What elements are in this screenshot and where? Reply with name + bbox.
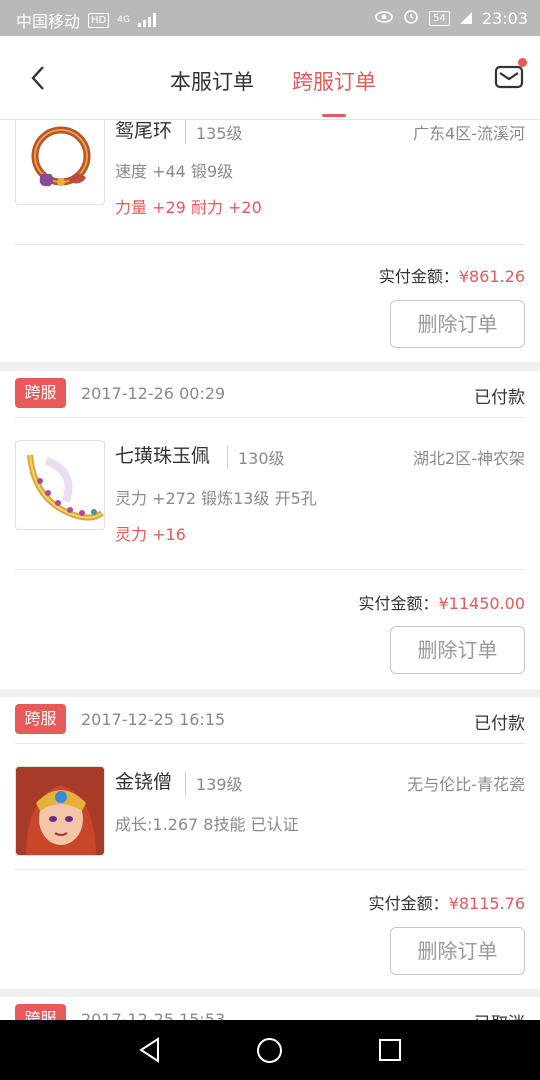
nav-home-button[interactable] bbox=[257, 1038, 282, 1063]
nav-recent-apps-button[interactable] bbox=[379, 1039, 401, 1061]
item-thumbnail[interactable] bbox=[15, 766, 105, 856]
delete-order-button[interactable]: 删除订单 bbox=[390, 300, 525, 348]
pendant-item-icon bbox=[27, 454, 104, 521]
divider bbox=[15, 244, 525, 245]
app-header: 本服订单 跨服订单 bbox=[0, 36, 540, 120]
divider bbox=[15, 743, 525, 744]
payment-amount: ¥861.26 bbox=[458, 267, 525, 286]
character-avatar-icon bbox=[16, 767, 104, 855]
item-attributes: 速度 +44 锻9级 bbox=[115, 162, 234, 181]
alarm-icon bbox=[403, 8, 419, 28]
divider bbox=[15, 417, 525, 418]
item-bonus-attributes: 灵力 +16 bbox=[115, 525, 186, 544]
order-card-header: 跨服 2017-12-25 16:15 已付款 bbox=[0, 697, 540, 743]
carrier-label: 中国移动 bbox=[16, 12, 81, 31]
payment-amount: ¥11450.00 bbox=[438, 594, 525, 613]
item-thumbnail[interactable] bbox=[15, 120, 105, 205]
server-name: 广东4区-流溪河 bbox=[413, 124, 525, 143]
delete-order-button[interactable]: 删除订单 bbox=[390, 927, 525, 975]
order-date: 2017-12-25 15:53 bbox=[81, 1010, 226, 1020]
order-card: 跨服 2017-12-25 16:15 已付款 金铙僧 139级 无与伦比-青花… bbox=[0, 697, 540, 989]
unread-dot bbox=[518, 58, 527, 67]
order-card: 鸳尾环 135级 广东4区-流溪河 速度 +44 锻9级 力量 +29 耐力 +… bbox=[0, 120, 540, 362]
item-level: 130级 bbox=[227, 445, 285, 469]
system-nav-bar bbox=[0, 1020, 540, 1080]
divider bbox=[15, 869, 525, 870]
order-status: 已付款 bbox=[474, 388, 525, 408]
item-attributes: 灵力 +272 锻炼13级 开5孔 bbox=[115, 489, 317, 508]
order-card: 跨服 2017-12-25 15:53 已取消 bbox=[0, 997, 540, 1020]
item-bonus-attributes: 力量 +29 耐力 +20 bbox=[115, 198, 262, 217]
payment-amount: ¥8115.76 bbox=[448, 894, 525, 913]
order-date: 2017-12-25 16:15 bbox=[81, 710, 226, 729]
active-tab-indicator bbox=[322, 114, 346, 117]
delete-order-button[interactable]: 删除订单 bbox=[390, 626, 525, 674]
server-name: 湖北2区-神农架 bbox=[413, 449, 525, 468]
cross-server-badge: 跨服 bbox=[15, 704, 66, 734]
order-card-header: 跨服 2017-12-25 15:53 已取消 bbox=[0, 997, 540, 1020]
signal-wifi-icon bbox=[459, 9, 472, 28]
order-status: 已付款 bbox=[474, 714, 525, 734]
ring-item-icon bbox=[31, 126, 91, 187]
clock-time: 23:03 bbox=[481, 8, 528, 28]
nav-back-button[interactable] bbox=[138, 1037, 162, 1067]
item-thumbnail[interactable] bbox=[15, 440, 105, 530]
item-name: 金铙僧 bbox=[115, 771, 173, 793]
eye-icon bbox=[375, 9, 393, 28]
mail-icon bbox=[494, 65, 524, 89]
tab-cross-server-orders[interactable]: 跨服订单 bbox=[292, 66, 376, 96]
signal-icon bbox=[137, 13, 156, 27]
item-level: 139级 bbox=[185, 771, 243, 795]
server-name: 无与伦比-青花瓷 bbox=[407, 775, 525, 794]
tab-local-orders[interactable]: 本服订单 bbox=[170, 66, 254, 96]
item-level: 135级 bbox=[185, 120, 243, 144]
order-card-header: 跨服 2017-12-26 00:29 已付款 bbox=[0, 371, 540, 417]
divider bbox=[15, 569, 525, 570]
payment-total: 实付金额：¥8115.76 bbox=[369, 890, 525, 914]
cross-server-badge: 跨服 bbox=[15, 378, 66, 408]
hd-icon: HD bbox=[88, 12, 110, 28]
message-button[interactable] bbox=[494, 64, 524, 90]
item-attributes: 成长:1.267 8技能 已认证 bbox=[115, 815, 299, 834]
order-list[interactable]: 鸳尾环 135级 广东4区-流溪河 速度 +44 锻9级 力量 +29 耐力 +… bbox=[0, 120, 540, 1020]
order-status: 已取消 bbox=[474, 1009, 525, 1020]
network-type: 4G bbox=[117, 14, 130, 25]
cross-server-badge: 跨服 bbox=[15, 1004, 66, 1020]
payment-label: 实付金额： bbox=[368, 894, 449, 913]
status-bar: 中国移动 HD 4G 54 23:03 bbox=[0, 0, 540, 36]
item-name: 七璜珠玉佩 bbox=[115, 445, 211, 467]
order-date: 2017-12-26 00:29 bbox=[81, 384, 226, 403]
payment-total: 实付金额：¥861.26 bbox=[379, 263, 525, 287]
battery-icon: 54 bbox=[429, 10, 450, 26]
triangle-back-icon bbox=[139, 1037, 159, 1063]
order-card: 跨服 2017-12-26 00:29 已付款 七璜珠玉佩 130级 湖北2区-… bbox=[0, 371, 540, 689]
chevron-left-icon bbox=[31, 66, 44, 90]
back-button[interactable] bbox=[28, 64, 50, 92]
payment-total: 实付金额：¥11450.00 bbox=[358, 590, 525, 614]
payment-label: 实付金额： bbox=[378, 267, 459, 286]
item-name: 鸳尾环 bbox=[115, 120, 173, 142]
payment-label: 实付金额： bbox=[358, 594, 439, 613]
